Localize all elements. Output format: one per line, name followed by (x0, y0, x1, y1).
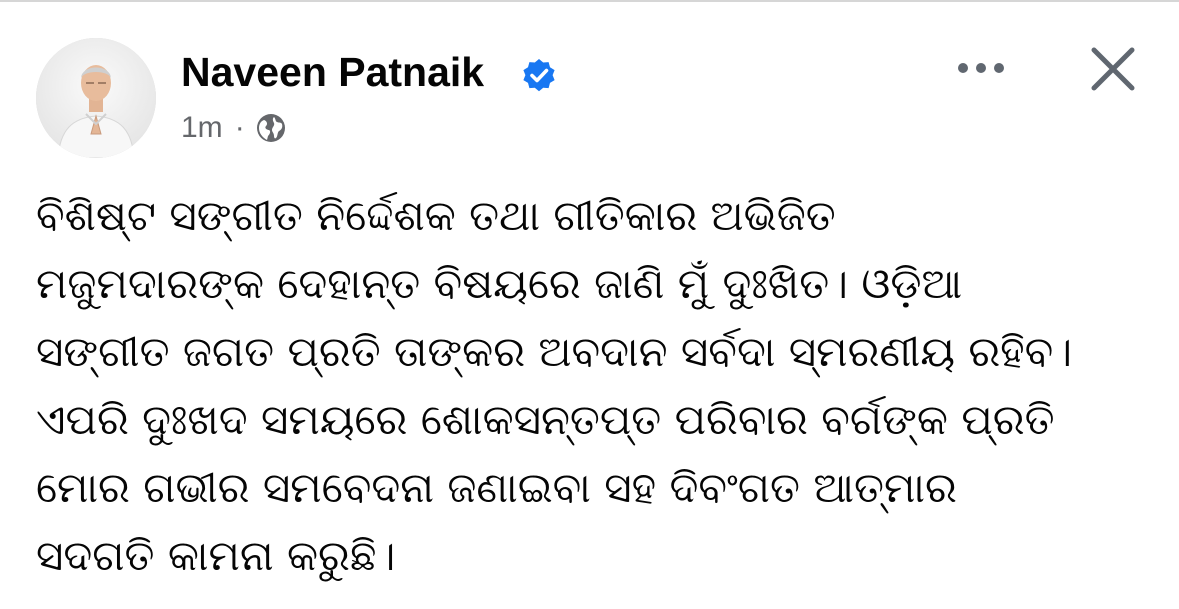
post-text-line: ବିଶିଷ୍ଟ ସଙ୍ଗୀତ ନିର୍ଦ୍ଦେଶକ ତଥା ଗୀତିକାର ଅଭ… (36, 191, 836, 240)
close-icon (1091, 47, 1135, 91)
close-button[interactable] (1084, 40, 1142, 98)
post-text-line: ମୋର ଗଭୀର ସମବେଦନା ଜଣାଇବା ସହ ଦିବଂଗତ ଆତ୍ମାର (36, 463, 957, 512)
post-body: ବିଶିଷ୍ଟ ସଙ୍ଗୀତ ନିର୍ଦ୍ଦେଶକ ତଥା ଗୀତିକାର ଅଭ… (36, 182, 1146, 590)
globe-icon[interactable] (255, 112, 287, 144)
verified-badge-icon (523, 59, 555, 92)
more-options-button[interactable] (950, 48, 1012, 88)
post-timestamp[interactable]: 1m (181, 111, 223, 145)
meta-separator: · (234, 111, 245, 144)
post-text-line: ଏପରି ଦୁଃଖଦ ସମୟରେ ଶୋକସନ୍ତପ୍ତ ପରିବାର ବର୍ଗଙ… (36, 395, 1055, 444)
post-text-line: ସଙ୍ଗୀତ ଜଗତ ପ୍ରତି ତାଙ୍କର ଅବଦାନ ସର୍ବଦା ସ୍ମ… (36, 327, 1073, 376)
facebook-post: Naveen Patnaik 1m · ବିଶିଷ୍ଟ ସଙ୍ଗୀତ ନିର୍ଦ… (0, 0, 1179, 609)
post-text-line: ମଜୁମଦାରଙ୍କ ଦେହାନ୍ତ ବିଷୟରେ ଜାଣି ମୁଁ ଦୁଃଖି… (36, 259, 963, 308)
post-meta: 1m · (181, 108, 287, 148)
author-avatar[interactable] (36, 38, 156, 158)
more-options-icon (958, 63, 1004, 73)
post-text-line: ସଦଗତି କାମନା କରୁଛି। (36, 531, 396, 580)
author-name[interactable]: Naveen Patnaik (181, 46, 484, 98)
